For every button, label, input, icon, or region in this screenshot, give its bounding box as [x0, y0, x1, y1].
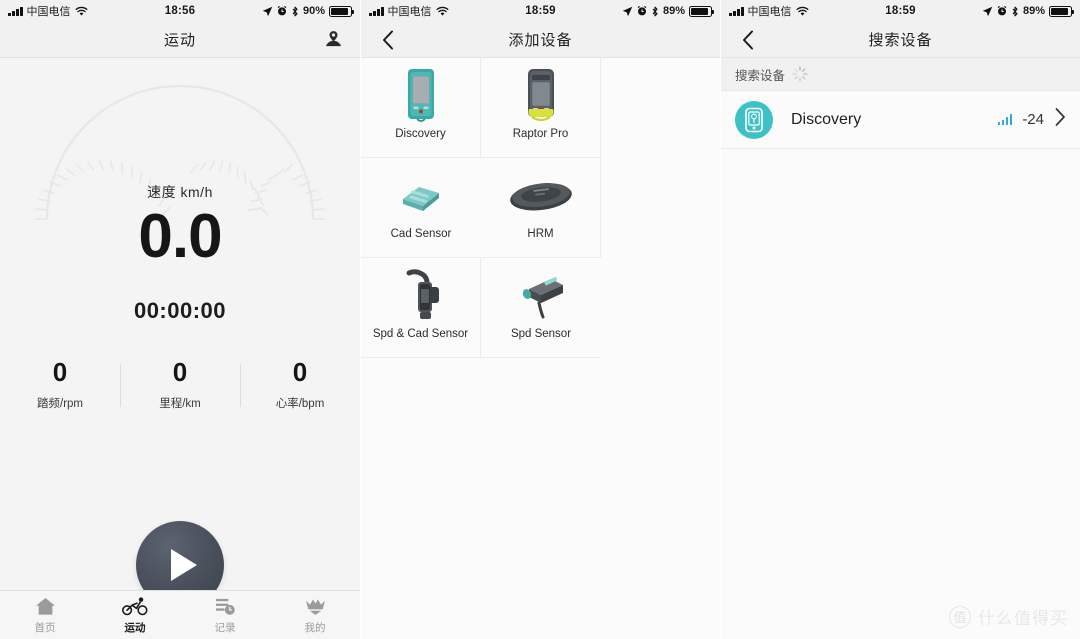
metric-heart-rate: 0 心率/bpm [240, 358, 360, 411]
location-arrow-icon [262, 6, 273, 16]
status-bar: 中国电信 18:59 89% [361, 0, 720, 22]
workout-body: 速度 km/h 0.0 00:00:00 0 踏频/rpm 0 里程/km 0 … [0, 58, 360, 639]
status-right: 90% [262, 5, 354, 17]
loading-spinner-icon [792, 66, 808, 82]
rssi-value: -24 [1022, 111, 1044, 128]
bluetooth-icon [292, 6, 298, 16]
map-pin-icon[interactable] [318, 22, 348, 57]
device-cell-cad-sensor[interactable]: Cad Sensor [361, 158, 481, 258]
metric-label: 心率/bpm [275, 397, 325, 410]
speed-label: 速度 km/h [147, 184, 213, 200]
tab-label: 运动 [124, 621, 146, 634]
device-label: Cad Sensor [390, 228, 452, 240]
page-title: 搜索设备 [868, 32, 933, 49]
tab-label: 我的 [304, 621, 326, 634]
search-status-bar: 搜索设备 [721, 58, 1080, 91]
battery-percent: 89% [662, 5, 685, 17]
speed-gauge: 速度 km/h 0.0 [35, 64, 325, 267]
nav-bar-search-device: 搜索设备 [721, 22, 1080, 58]
profile-icon [270, 596, 360, 618]
metric-value: 0 [52, 357, 68, 387]
watermark: 值 什么值得买 [949, 604, 1068, 629]
empty-area [361, 358, 720, 639]
elapsed-timer: 00:00:00 [133, 298, 227, 323]
device-name: Discovery [791, 110, 862, 128]
metric-label: 里程/km [159, 397, 201, 410]
alarm-icon [277, 6, 287, 16]
panel-add-device: 中国电信 18:59 89% 添加设备 Discovery Raptor Pro… [360, 0, 720, 639]
screenshot-root: 中国电信 18:56 90% 运动 速度 km/h 0.0 00:00:00 0… [0, 0, 1080, 639]
search-status-text: 搜索设备 [735, 68, 786, 83]
heart-rate-monitor-icon [508, 165, 574, 227]
search-body: 搜索设备 Discovery -24 [721, 58, 1080, 639]
metric-value: 0 [292, 357, 308, 387]
speed-value: 0.0 [138, 202, 222, 271]
page-title: 运动 [163, 32, 196, 49]
status-bar: 中国电信 18:59 89% [721, 0, 1080, 22]
device-label: Spd Sensor [510, 328, 572, 340]
nav-bar-add-device: 添加设备 [361, 22, 720, 58]
tab-records[interactable]: 记录 [180, 596, 270, 635]
search-result-row[interactable]: Discovery -24 [721, 91, 1080, 149]
device-cell-raptor-pro[interactable]: Raptor Pro [481, 58, 601, 158]
device-label: Discovery [395, 128, 446, 140]
watermark-badge: 值 [949, 605, 971, 628]
cyclist-icon [90, 596, 180, 618]
device-label: HRM [527, 228, 554, 240]
bluetooth-icon [1012, 6, 1018, 16]
device-grid: Discovery Raptor Pro Cad Sensor HRM Spd … [361, 58, 720, 358]
device-cell-discovery[interactable]: Discovery [361, 58, 481, 158]
gps-computer-teal-icon [402, 65, 440, 127]
speed-cadence-sensor-icon [399, 265, 443, 327]
alarm-icon [997, 6, 1007, 16]
gps-computer-teal-icon [735, 100, 773, 139]
chevron-left-icon[interactable] [373, 22, 403, 57]
tab-label: 记录 [214, 621, 236, 634]
status-right: 89% [982, 5, 1074, 17]
panel-search-device: 中国电信 18:59 89% 搜索设备 搜索设备 Discovery -24 值… [720, 0, 1080, 639]
bluetooth-icon [652, 6, 658, 16]
signal-bars-icon [997, 114, 1013, 125]
records-icon [180, 596, 270, 618]
alarm-icon [637, 6, 647, 16]
device-cell-spd-sensor[interactable]: Spd Sensor [481, 258, 601, 358]
cadence-sensor-icon [395, 165, 447, 227]
watermark-text: 什么值得买 [978, 609, 1068, 628]
tab-label: 首页 [34, 621, 56, 634]
chevron-left-icon[interactable] [733, 22, 763, 57]
location-arrow-icon [982, 6, 993, 16]
tab-workout[interactable]: 运动 [90, 596, 180, 635]
metric-value: 0 [172, 357, 188, 387]
tab-profile[interactable]: 我的 [270, 596, 360, 635]
device-cell-spd-cad-sensor[interactable]: Spd & Cad Sensor [361, 258, 481, 358]
tab-bar: 首页 运动 记录 我的 [0, 590, 360, 639]
battery-icon [689, 5, 714, 17]
home-icon [0, 596, 90, 618]
result-meta: -24 [997, 107, 1066, 132]
chevron-right-icon[interactable] [1054, 107, 1066, 132]
battery-icon [329, 5, 354, 17]
battery-percent: 89% [1022, 5, 1045, 17]
tab-home[interactable]: 首页 [0, 596, 90, 635]
location-arrow-icon [622, 6, 633, 16]
metric-label: 踏频/rpm [37, 397, 83, 410]
metrics-row: 0 踏频/rpm 0 里程/km 0 心率/bpm [0, 358, 360, 411]
status-bar: 中国电信 18:56 90% [0, 0, 360, 22]
gps-computer-dark-icon [520, 65, 562, 127]
device-label: Spd & Cad Sensor [372, 328, 469, 340]
battery-percent: 90% [302, 5, 325, 17]
speed-sensor-icon [515, 265, 567, 327]
battery-icon [1049, 5, 1074, 17]
metric-cadence: 0 踏频/rpm [0, 358, 120, 411]
gauge-readout: 速度 km/h 0.0 [35, 182, 325, 267]
device-cell-hrm[interactable]: HRM [481, 158, 601, 258]
device-label: Raptor Pro [512, 128, 569, 140]
panel-workout: 中国电信 18:56 90% 运动 速度 km/h 0.0 00:00:00 0… [0, 0, 360, 639]
status-right: 89% [622, 5, 714, 17]
play-triangle [171, 549, 197, 581]
nav-bar-workout: 运动 [0, 22, 360, 58]
page-title: 添加设备 [508, 32, 573, 49]
metric-distance: 0 里程/km [120, 358, 240, 411]
